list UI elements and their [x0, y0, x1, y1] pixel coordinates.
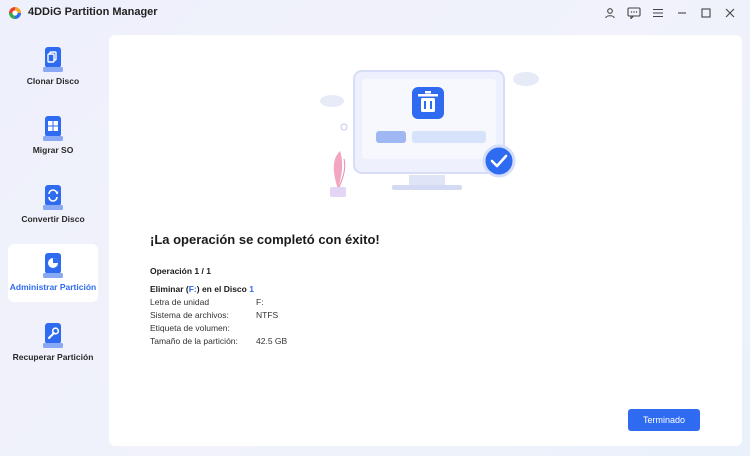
detail-label: Sistema de archivos:: [150, 310, 229, 320]
main-panel: ¡La operación se completó con éxito! Ope…: [109, 35, 742, 446]
detail-row-partition-size: Tamaño de la partición: 42.5 GB: [150, 336, 287, 346]
title-bar: 4DDiG Partition Manager: [0, 0, 750, 26]
manage-partition-icon: [43, 253, 63, 278]
close-icon[interactable]: [718, 3, 742, 23]
recover-partition-icon: [43, 323, 63, 348]
operation-middle: ) en el Disco: [196, 284, 250, 294]
menu-icon[interactable]: [646, 3, 670, 23]
user-icon[interactable]: [598, 3, 622, 23]
detail-value: NTFS: [256, 310, 279, 320]
app-logo-icon: [9, 7, 21, 19]
sidebar-item-migrar-so[interactable]: Migrar SO: [8, 107, 98, 165]
detail-row-file-system: Sistema de archivos: NTFS: [150, 310, 278, 320]
sidebar-item-label: Clonar Disco: [26, 76, 80, 86]
detail-row-drive-letter: Letra de unidad F:: [150, 297, 264, 307]
detail-row-volume-label: Etiqueta de volumen:: [150, 323, 256, 333]
maximize-icon[interactable]: [694, 3, 718, 23]
convert-disk-icon: [43, 185, 63, 210]
operation-prefix: Eliminar (: [150, 284, 189, 294]
done-button[interactable]: Terminado: [628, 409, 700, 431]
detail-label: Letra de unidad: [150, 297, 210, 307]
success-illustration: [320, 70, 539, 197]
operation-disk-number: 1: [249, 284, 254, 294]
migrate-os-icon: [43, 116, 63, 141]
sidebar-item-administrar-particion[interactable]: Administrar Partición: [8, 244, 98, 302]
feedback-icon[interactable]: [622, 3, 646, 23]
success-title: ¡La operación se completó con éxito!: [150, 232, 380, 247]
sidebar-item-recuperar-particion[interactable]: Recuperar Partición: [8, 314, 98, 372]
operation-count: Operación 1 / 1: [150, 266, 211, 276]
operation-drive: F:: [188, 284, 197, 294]
detail-value: F:: [256, 297, 264, 307]
clone-disk-icon: [43, 47, 63, 72]
detail-value: 42.5 GB: [256, 336, 288, 346]
sidebar-item-label: Migrar SO: [32, 145, 74, 155]
minimize-icon[interactable]: [670, 3, 694, 23]
detail-label: Tamaño de la partición:: [150, 336, 238, 346]
sidebar-item-label: Administrar Partición: [9, 282, 97, 292]
app-title: 4DDiG Partition Manager: [28, 6, 158, 18]
sidebar-item-label: Recuperar Partición: [12, 352, 94, 362]
sidebar-item-label: Convertir Disco: [21, 214, 85, 224]
detail-label: Etiqueta de volumen:: [150, 323, 230, 333]
operation-description: Eliminar (F:) en el Disco 1: [150, 284, 254, 294]
sidebar-item-clonar-disco[interactable]: Clonar Disco: [8, 38, 98, 96]
sidebar-item-convertir-disco[interactable]: Convertir Disco: [8, 176, 98, 234]
